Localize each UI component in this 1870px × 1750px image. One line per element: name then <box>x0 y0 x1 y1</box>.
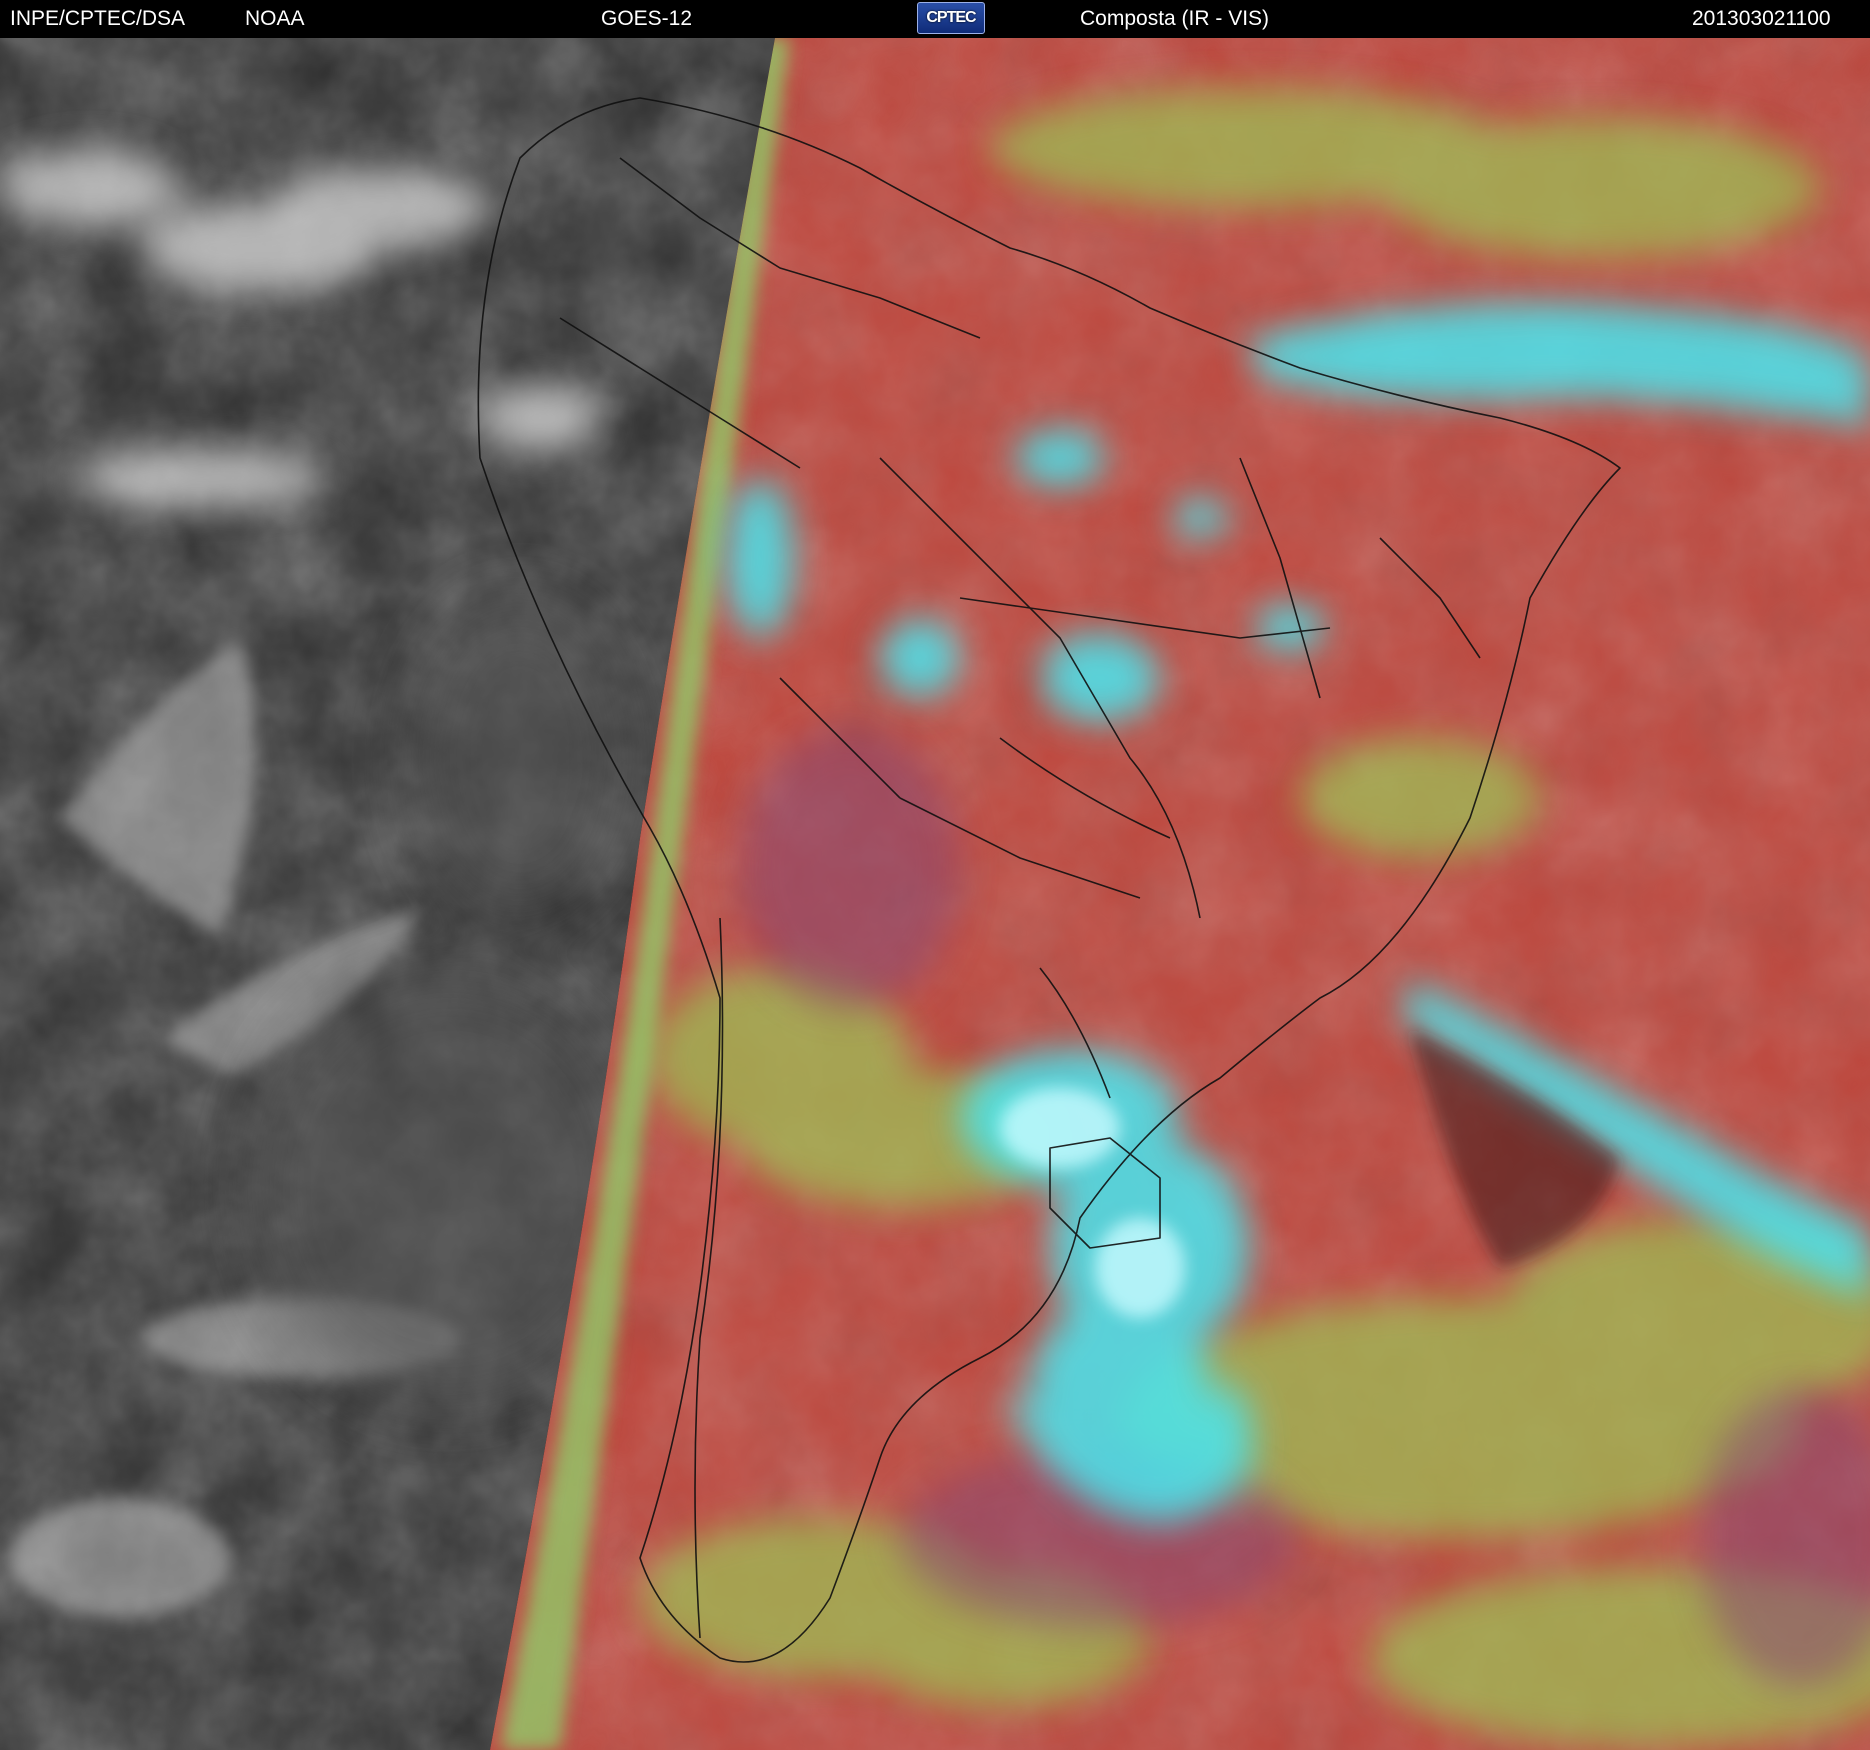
organization-label: INPE/CPTEC/DSA <box>10 7 186 30</box>
product-label: Composta (IR - VIS) <box>1080 7 1270 30</box>
satellite-composite-map <box>0 38 1870 1750</box>
timestamp-label: 201303021100 <box>1692 7 1831 30</box>
header-bar: INPE/CPTEC/DSA NOAA GOES-12 CPTEC Compos… <box>0 0 1870 38</box>
agency-label: NOAA <box>245 7 305 30</box>
satellite-label: GOES-12 <box>601 7 693 30</box>
cptec-logo: CPTEC <box>917 2 985 34</box>
